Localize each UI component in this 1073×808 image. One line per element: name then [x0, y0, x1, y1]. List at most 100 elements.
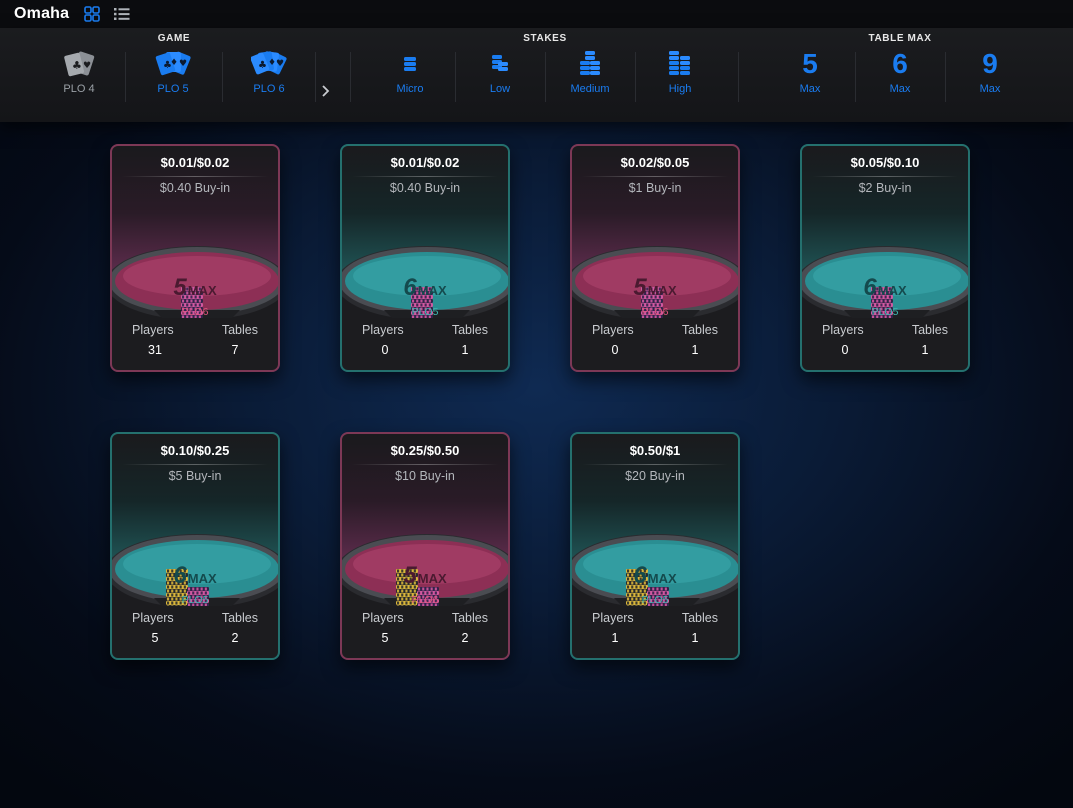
game-option-label: PLO 4: [63, 83, 95, 95]
table-max-badge: 6MAX: [572, 562, 738, 590]
game-group-label: GAME: [157, 33, 191, 44]
divider: [352, 176, 498, 177]
players-count: 5: [381, 631, 389, 645]
chip-stack-icon: [404, 57, 416, 71]
table-max-badge: 5MAX: [572, 274, 738, 302]
table-max-group-label: TABLE MAX: [868, 33, 932, 44]
stakes-option-medium[interactable]: Medium: [545, 48, 635, 104]
card-buyin: $10 Buy-in: [395, 469, 455, 483]
game-option-plo6[interactable]: ♣ ♦ ♥ PLO 6: [224, 48, 314, 104]
table-max-badge: 5MAX: [112, 274, 278, 302]
players-label: Players: [822, 323, 864, 337]
chip-stack-icon: [669, 51, 690, 75]
stakes-option-micro[interactable]: Micro: [365, 48, 455, 104]
card-buyin: $1 Buy-in: [628, 181, 682, 195]
tables-count: 1: [921, 343, 929, 357]
card-buyin: $0.40 Buy-in: [389, 181, 461, 195]
players-label: Players: [132, 611, 174, 625]
chip-stack-icon: [580, 51, 600, 75]
players-label: Players: [132, 323, 174, 337]
tables-count: 2: [231, 631, 239, 645]
max-number: 6: [633, 562, 647, 589]
card-game-type: PLO6: [641, 306, 669, 318]
players-label: Players: [592, 323, 634, 337]
max-text: MAX: [647, 283, 677, 298]
players-count: 0: [841, 343, 849, 357]
svg-text:♣: ♣: [72, 59, 82, 72]
table-max-badge: 6MAX: [342, 274, 508, 302]
players-label: Players: [362, 611, 404, 625]
poker-table-graphic: [572, 534, 738, 606]
max-number: 5: [403, 562, 417, 589]
filter-panel: GAME STAKES TABLE MAX ♣ ♥ PLO 4 ♣ ♦ ♥ PL…: [0, 28, 1073, 122]
game-option-label: PLO 5: [157, 83, 189, 95]
card-game-type: PLO5: [181, 594, 209, 606]
table-card[interactable]: $0.50/$1 $20 Buy-in 6MAX PLO5 Players Ta…: [570, 432, 740, 660]
cards-icon: ♣ ♥: [64, 51, 95, 77]
players-count: 5: [151, 631, 159, 645]
grid-view-button[interactable]: [83, 5, 101, 23]
max-number: 6: [403, 274, 417, 301]
table-card[interactable]: $0.02/$0.05 $1 Buy-in 5MAX PLO6 Players …: [570, 144, 740, 372]
card-stakes: $0.25/$0.50: [390, 443, 460, 458]
table-max-option-5[interactable]: 5 Max: [765, 48, 855, 104]
max-text: MAX: [877, 283, 907, 298]
card-stakes: $0.01/$0.02: [390, 155, 460, 170]
max-text: MAX: [417, 571, 447, 586]
max-number: 6: [173, 562, 187, 589]
players-count: 0: [381, 343, 389, 357]
top-bar: Omaha: [0, 0, 1073, 28]
table-max-option-6[interactable]: 6 Max: [855, 48, 945, 104]
svg-text:♥: ♥: [276, 59, 284, 69]
tables-label: Tables: [681, 611, 718, 625]
card-buyin: $5 Buy-in: [168, 469, 222, 483]
poker-table-graphic: [112, 246, 278, 318]
players-count: 31: [148, 343, 162, 357]
table-max-option-9[interactable]: 9 Max: [945, 48, 1035, 104]
tables-label: Tables: [451, 323, 488, 337]
card-stakes: $0.05/$0.10: [850, 155, 920, 170]
tables-count: 1: [691, 631, 699, 645]
card-buyin: $20 Buy-in: [625, 469, 685, 483]
table-max-badge: 6MAX: [802, 274, 968, 302]
card-game-type: PLO5: [871, 306, 899, 318]
max-number: 5: [173, 274, 187, 301]
stakes-group-label: STAKES: [523, 33, 567, 44]
card-buyin: $0.40 Buy-in: [159, 181, 231, 195]
card-stakes: $0.50/$1: [629, 443, 681, 458]
stakes-option-label: Medium: [570, 83, 610, 95]
stakes-option-high[interactable]: High: [635, 48, 725, 104]
players-label: Players: [362, 323, 404, 337]
game-option-plo4[interactable]: ♣ ♥ PLO 4: [34, 48, 124, 104]
chip-stack-icon: [492, 55, 508, 71]
table-card[interactable]: $0.01/$0.02 $0.40 Buy-in 6MAX PLO5 Playe…: [340, 144, 510, 372]
table-card[interactable]: $0.25/$0.50 $10 Buy-in 5MAX PLO6 Players…: [340, 432, 510, 660]
table-max-label: Max: [979, 83, 1001, 95]
max-text: MAX: [187, 571, 217, 586]
card-stakes: $0.10/$0.25: [160, 443, 230, 458]
divider: [122, 464, 268, 465]
table-max-label: Max: [799, 83, 821, 95]
cards-icon: ♣ ♦ ♥: [251, 51, 287, 75]
game-option-plo5[interactable]: ♣ ♦ ♥ PLO 5: [128, 48, 218, 104]
card-game-type: PLO5: [641, 594, 669, 606]
chevron-right-icon[interactable]: [318, 84, 332, 98]
tables-label: Tables: [451, 611, 488, 625]
max-text: MAX: [417, 283, 447, 298]
table-card[interactable]: $0.01/$0.02 $0.40 Buy-in 5MAX PLO6 Playe…: [110, 144, 280, 372]
stakes-option-low[interactable]: Low: [455, 48, 545, 104]
table-card[interactable]: $0.05/$0.10 $2 Buy-in 6MAX PLO5 Players …: [800, 144, 970, 372]
card-game-type: PLO6: [411, 594, 439, 606]
grid-icon: [84, 6, 101, 22]
max-text: MAX: [187, 283, 217, 298]
players-label: Players: [592, 611, 634, 625]
tables-label: Tables: [221, 611, 258, 625]
list-view-button[interactable]: [113, 5, 131, 23]
card-game-type: PLO5: [411, 306, 439, 318]
stakes-option-label: Low: [489, 83, 511, 95]
table-max-label: Max: [889, 83, 911, 95]
cards-icon: ♣ ♦ ♥: [155, 51, 191, 76]
table-max-number: 6: [892, 48, 908, 79]
game-option-label: PLO 6: [253, 83, 285, 95]
table-card[interactable]: $0.10/$0.25 $5 Buy-in 6MAX PLO5 Players …: [110, 432, 280, 660]
